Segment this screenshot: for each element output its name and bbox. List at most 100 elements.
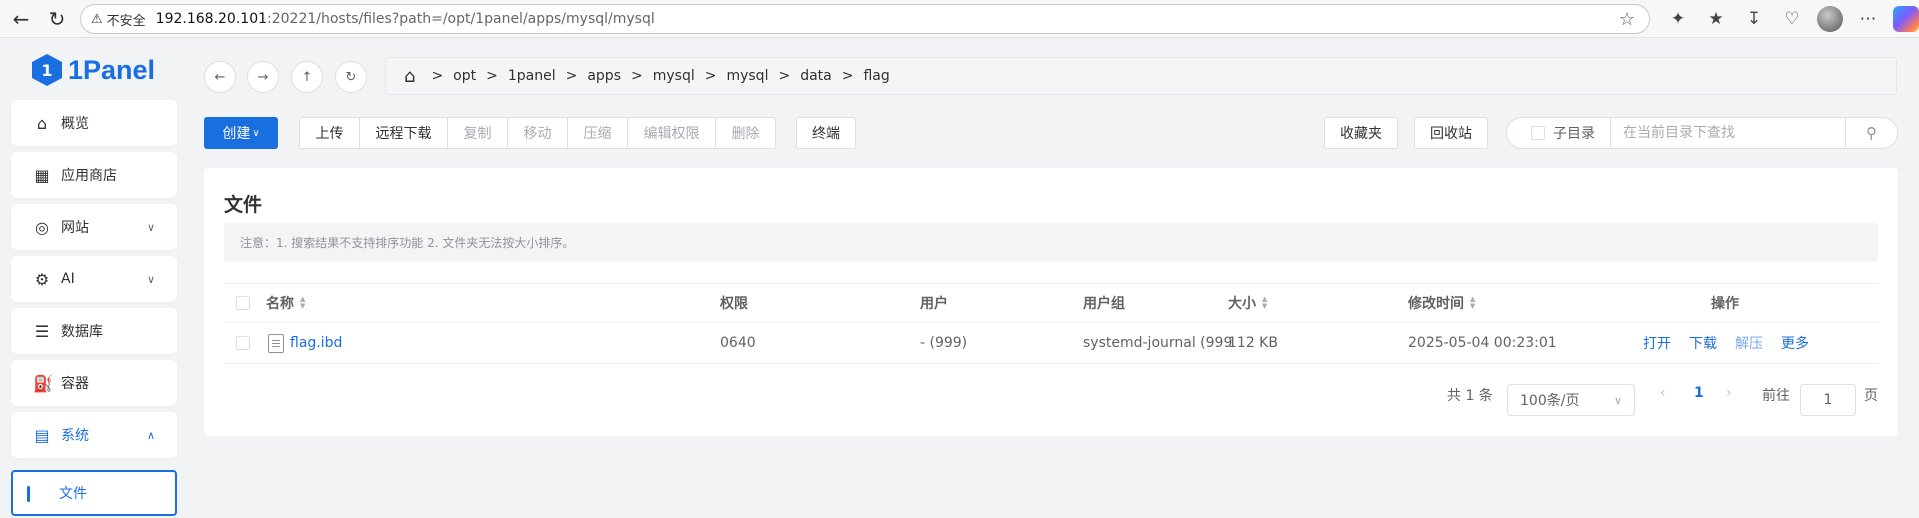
extract-link[interactable]: 解压: [1735, 333, 1763, 353]
sidebar-item-ai[interactable]: ⚙ AI ∨: [11, 256, 177, 302]
favorites-button[interactable]: 收藏夹: [1324, 117, 1398, 149]
group-cell[interactable]: systemd-journal (999: [1083, 323, 1232, 363]
move-button[interactable]: 移动: [507, 117, 568, 149]
sidebar-item-overview[interactable]: ⌂ 概览: [11, 100, 177, 146]
page-size-value: 100条/页: [1520, 393, 1580, 409]
file-icon: [268, 333, 284, 353]
search-button[interactable]: ⚲: [1845, 118, 1897, 148]
sidebar-item-label: 应用商店: [61, 168, 117, 184]
logo-text: 1Panel: [68, 54, 156, 85]
chevron-right-icon: ›: [1726, 385, 1732, 401]
modified-cell: 2025-05-04 00:23:01: [1408, 335, 1557, 351]
more-icon[interactable]: ⋯: [1855, 6, 1881, 32]
open-link[interactable]: 打开: [1643, 333, 1671, 353]
back-button[interactable]: ←: [204, 61, 236, 93]
table-row[interactable]: flag.ibd 0640 - (999) systemd-journal (9…: [224, 323, 1878, 364]
chevron-left-icon: ‹: [1660, 385, 1666, 401]
forward-button[interactable]: →: [247, 61, 279, 93]
search-group: 子目录 ⚲: [1506, 117, 1898, 149]
prev-page-button[interactable]: ‹: [1660, 385, 1666, 401]
sidebar-item-website[interactable]: ◎ 网站 ∨: [11, 204, 177, 250]
table-header: 名称 ▲ ▼ 权限 用户 用户组 大小 ▲ ▼ 修改时间 ▲ ▼ 操作: [224, 283, 1878, 323]
upload-button[interactable]: 上传: [299, 117, 360, 149]
favorites-icon[interactable]: ★: [1703, 6, 1729, 32]
refresh-icon: ↻: [345, 69, 357, 85]
chevron-down-icon: ∨: [252, 127, 260, 139]
reload-icon[interactable]: ↻: [38, 0, 76, 38]
app-logo[interactable]: 1 1Panel: [32, 48, 155, 92]
security-warning[interactable]: ⚠ 不安全: [91, 10, 146, 29]
sidebar-item-label: 网站: [61, 220, 89, 236]
sidebar-item-label: 系统: [61, 428, 89, 444]
subdir-checkbox[interactable]: 子目录: [1507, 118, 1611, 148]
delete-button[interactable]: 删除: [715, 117, 776, 149]
arrow-up-icon: ↑: [301, 69, 313, 85]
extension-bar: ✦ ★ ↧ ♡ ⋯: [1665, 6, 1919, 32]
copilot-icon[interactable]: [1893, 6, 1919, 32]
grid-icon: ▦: [34, 165, 50, 185]
row-checkbox[interactable]: [236, 323, 250, 363]
page-size-select[interactable]: 100条/页 ∨: [1507, 384, 1635, 416]
operations-cell: 打开 下载 解压 更多: [1643, 323, 1827, 363]
file-name-cell[interactable]: flag.ibd: [268, 323, 342, 363]
edit-permission-button[interactable]: 编辑权限: [627, 117, 716, 149]
breadcrumb-item[interactable]: flag: [863, 68, 889, 84]
create-button[interactable]: 创建 ∨: [204, 117, 278, 149]
breadcrumb-separator: >: [631, 68, 643, 84]
sidebar-item-system[interactable]: ▤ 系统 ∧: [11, 412, 177, 458]
files-card: 文件 注意：1. 搜索结果不支持排序功能 2. 文件夹无法按大小排序。 名称 ▲…: [204, 168, 1898, 436]
sidebar-item-appstore[interactable]: ▦ 应用商店: [11, 152, 177, 198]
compress-button[interactable]: 压缩: [567, 117, 628, 149]
goto-page-input[interactable]: 1: [1800, 384, 1856, 416]
page-number-current[interactable]: 1: [1694, 385, 1704, 401]
breadcrumb-item[interactable]: mysql: [726, 68, 768, 84]
download-link[interactable]: 下载: [1689, 333, 1717, 353]
chevron-down-icon: ∨: [146, 272, 155, 286]
globe-icon: ◎: [35, 217, 49, 237]
column-group: 用户组: [1083, 296, 1125, 312]
next-page-button[interactable]: ›: [1726, 385, 1732, 401]
profile-avatar[interactable]: [1817, 6, 1843, 32]
chevron-up-icon: ∧: [146, 428, 155, 442]
sort-icon[interactable]: ▲ ▼: [1262, 296, 1267, 310]
address-bar[interactable]: ⚠ 不安全 192.168.20.101:20221/hosts/files?pa…: [80, 4, 1650, 34]
warning-icon: ⚠: [91, 11, 103, 27]
up-button[interactable]: ↑: [291, 61, 323, 93]
file-name-link[interactable]: flag.ibd: [290, 335, 342, 351]
sort-icon[interactable]: ▲ ▼: [1470, 296, 1475, 310]
sidebar-item-container[interactable]: ⛽ 容器: [11, 360, 177, 406]
refresh-button[interactable]: ↻: [335, 61, 367, 93]
remote-download-button[interactable]: 远程下载: [359, 117, 448, 149]
url-path: :20221/hosts/files?path=/opt/1panel/apps…: [267, 11, 655, 27]
column-name[interactable]: 名称 ▲ ▼: [266, 284, 305, 322]
security-label: 不安全: [106, 13, 146, 29]
column-size[interactable]: 大小 ▲ ▼: [1228, 284, 1267, 322]
url-host: 192.168.20.101: [155, 11, 268, 27]
breadcrumb-item[interactable]: mysql: [653, 68, 695, 84]
breadcrumb-item[interactable]: 1panel: [508, 68, 556, 84]
search-input[interactable]: [1611, 118, 1845, 148]
robot-icon: ⚙: [34, 269, 50, 289]
more-link[interactable]: 更多: [1781, 333, 1809, 353]
sidebar-item-database[interactable]: ☰ 数据库: [11, 308, 177, 354]
column-size-label: 大小: [1228, 296, 1256, 312]
sort-icon[interactable]: ▲ ▼: [300, 296, 305, 310]
permission-cell[interactable]: 0640: [720, 323, 756, 363]
copy-button[interactable]: 复制: [447, 117, 508, 149]
heart-icon[interactable]: ♡: [1779, 6, 1805, 32]
breadcrumb-item[interactable]: opt: [453, 68, 476, 84]
breadcrumb-item[interactable]: data: [800, 68, 832, 84]
column-modified[interactable]: 修改时间 ▲ ▼: [1408, 284, 1475, 322]
breadcrumb-item[interactable]: apps: [587, 68, 621, 84]
extension-icon[interactable]: ✦: [1665, 6, 1691, 32]
terminal-button[interactable]: 终端: [796, 117, 856, 149]
select-all-checkbox[interactable]: [236, 284, 250, 322]
pagination-total: 共 1 条: [1447, 388, 1493, 404]
sidebar-subitem-files[interactable]: 文件: [11, 470, 177, 516]
user-cell[interactable]: - (999): [920, 323, 967, 363]
star-icon[interactable]: ☆: [1619, 9, 1635, 30]
recycle-bin-button[interactable]: 回收站: [1414, 117, 1488, 149]
download-icon[interactable]: ↧: [1741, 6, 1767, 32]
back-icon[interactable]: ←: [2, 0, 40, 38]
home-icon[interactable]: ⌂: [404, 66, 415, 87]
